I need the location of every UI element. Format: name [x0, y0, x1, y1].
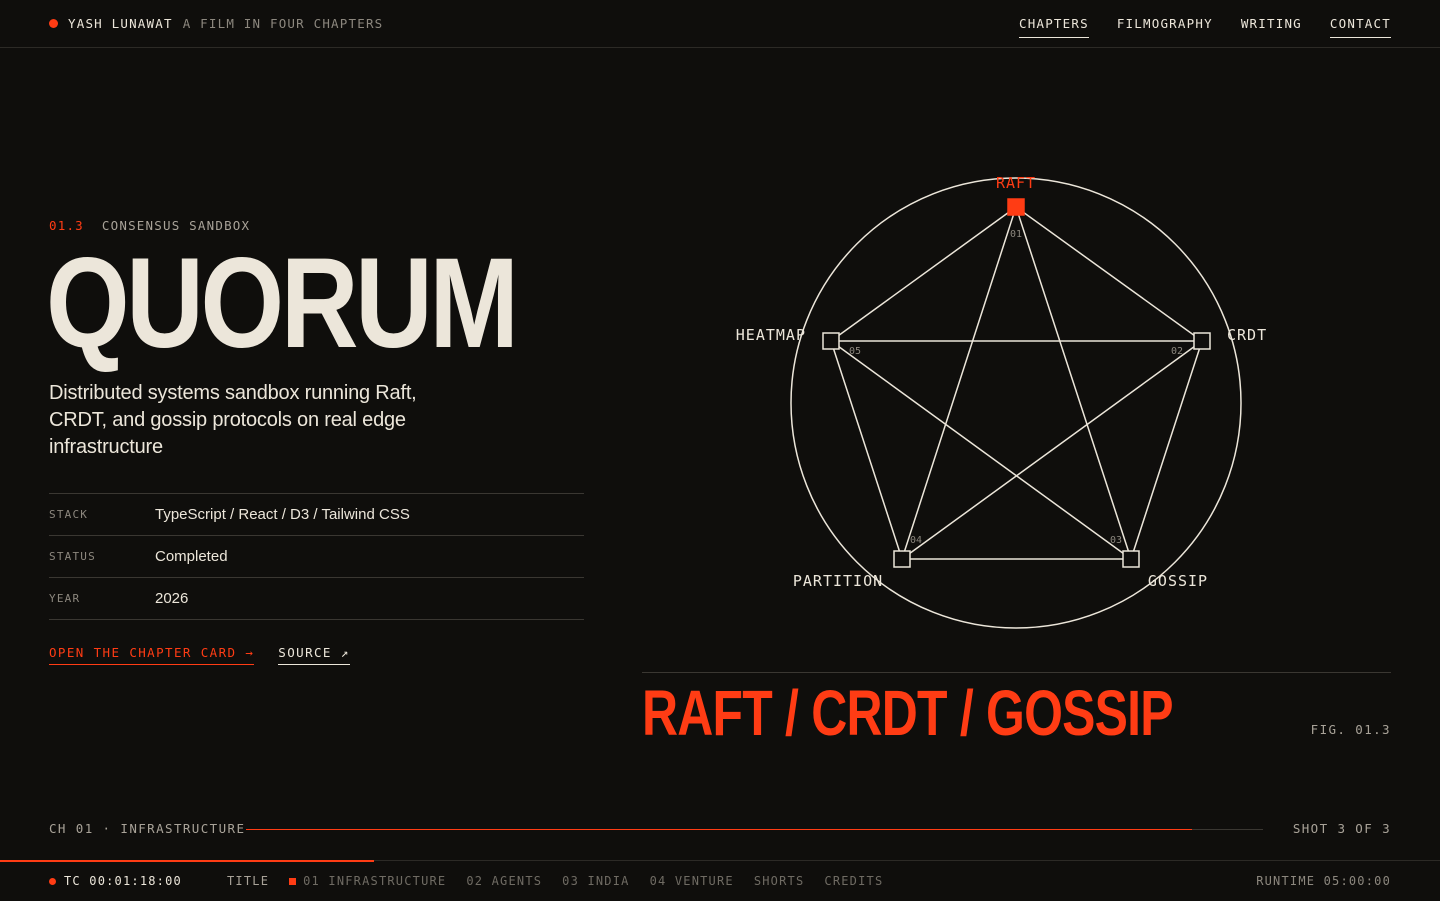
meta-key: STACK: [49, 508, 89, 521]
diagram-edge: [830, 340, 1132, 560]
node-index-crdt: 02: [1171, 346, 1183, 357]
meta-key: YEAR: [49, 592, 81, 605]
diagram-edge: [901, 206, 1017, 560]
record-dot-icon: [49, 877, 56, 885]
project-links: OPEN THE CHAPTER CARD → SOURCE ↗: [49, 645, 350, 665]
chapter-item-agents[interactable]: 02 AGENTS: [466, 874, 542, 888]
protocol-diagram: RAFT 01 CRDT 02 GOSSIP 03 PARTITION 04 HEATMAP 05: [736, 174, 1267, 629]
meta-value: TypeScript / React / D3 / Tailwind CSS: [155, 506, 410, 523]
nav-filmography[interactable]: FILMOGRAPHY: [1117, 16, 1213, 38]
chapter-track[interactable]: [246, 829, 1263, 830]
meta-row-status: STATUS Completed: [49, 536, 584, 578]
timeline-progress-fill[interactable]: [0, 860, 375, 862]
chapter-item-label: 01 INFRASTRUCTURE: [303, 874, 447, 888]
diagram-edge: [1130, 340, 1203, 560]
node-index-heatmap: 05: [849, 346, 861, 357]
chapter-item-venture[interactable]: 04 VENTURE: [650, 874, 734, 888]
meta-value: 2026: [155, 590, 189, 607]
source-link[interactable]: SOURCE ↗: [278, 645, 350, 665]
meta-row-stack: STACK TypeScript / React / D3 / Tailwind…: [49, 494, 584, 536]
node-label-heatmap: HEATMAP: [736, 326, 806, 344]
chapter-item-shorts[interactable]: SHORTS: [754, 874, 805, 888]
brand[interactable]: YASH LUNAWAT A FILM IN FOUR CHAPTERS: [49, 16, 383, 31]
project-eyebrow: 01.3 CONSENSUS SANDBOX: [49, 218, 250, 233]
chapter-item-india[interactable]: 03 INDIA: [562, 874, 629, 888]
timecode: TC 00:01:18:00: [49, 874, 182, 888]
nav-chapters[interactable]: CHAPTERS: [1019, 16, 1089, 38]
node-gossip[interactable]: [1122, 550, 1140, 568]
chapter-progress: CH 01 · INFRASTRUCTURE SHOT 3 OF 3: [49, 821, 1391, 837]
runtime: RUNTIME 05:00:00: [1256, 874, 1391, 888]
node-label-partition: PARTITION: [793, 572, 883, 590]
meta-value: Completed: [155, 548, 228, 565]
node-label-gossip: GOSSIP: [1148, 572, 1208, 590]
chapter-label: CH 01 · INFRASTRUCTURE: [49, 821, 246, 836]
node-index-partition: 04: [910, 535, 922, 546]
meta-key: STATUS: [49, 550, 96, 563]
timeline-bar: TC 00:01:18:00 TITLE 01 INFRASTRUCTURE 0…: [0, 860, 1440, 901]
shot-counter: SHOT 3 OF 3: [1292, 821, 1391, 836]
diagram-edge: [901, 340, 1203, 560]
node-partition[interactable]: [893, 550, 911, 568]
project-number: 01.3: [49, 218, 84, 233]
diagram-nodes: RAFT 01 CRDT 02 GOSSIP 03 PARTITION 04 HEATMAP 05: [736, 174, 1267, 590]
current-chapter-icon: [289, 877, 297, 885]
project-category: CONSENSUS SANDBOX: [101, 218, 251, 233]
open-chapter-card-link[interactable]: OPEN THE CHAPTER CARD →: [49, 645, 255, 665]
project-description: Distributed systems sandbox running Raft…: [49, 382, 417, 458]
diagram-edges: [830, 206, 1203, 560]
chapter-item-infrastructure[interactable]: 01 INFRASTRUCTURE: [289, 874, 446, 888]
brand-name: YASH LUNAWAT: [68, 16, 173, 31]
meta-row-year: YEAR 2026: [49, 578, 584, 620]
node-label-raft: RAFT: [996, 174, 1036, 192]
top-bar: YASH LUNAWAT A FILM IN FOUR CHAPTERS CHA…: [0, 0, 1440, 48]
nav-writing[interactable]: WRITING: [1241, 16, 1302, 38]
figure-caption: RAFT / CRDT / GOSSIP: [642, 677, 1174, 749]
timecode-text: TC 00:01:18:00: [64, 874, 182, 888]
chapter-progress-fill: [246, 829, 1192, 830]
figure-label: FIG. 01.3: [1310, 722, 1391, 737]
record-dot-icon: [49, 19, 58, 28]
node-index-raft: 01: [1010, 229, 1022, 240]
node-crdt[interactable]: [1193, 332, 1211, 350]
node-label-crdt: CRDT: [1227, 326, 1267, 344]
project-meta-table: STACK TypeScript / React / D3 / Tailwind…: [49, 493, 584, 620]
figure-divider: [642, 672, 1391, 673]
brand-tagline: A FILM IN FOUR CHAPTERS: [182, 16, 384, 31]
project-title: QUORUM: [46, 232, 519, 375]
diagram-circle: [790, 177, 1242, 629]
diagram-edge: [1015, 206, 1132, 560]
main-nav: CHAPTERS FILMOGRAPHY WRITING CONTACT: [1019, 16, 1391, 38]
diagram-edge: [830, 206, 1017, 342]
diagram-edge: [1015, 206, 1203, 342]
diagram-edge: [830, 340, 903, 560]
chapter-item-credits[interactable]: CREDITS: [824, 874, 883, 888]
chapter-nav: TITLE 01 INFRASTRUCTURE 02 AGENTS 03 IND…: [227, 874, 883, 888]
node-raft[interactable]: [1007, 198, 1025, 216]
node-index-gossip: 03: [1110, 535, 1122, 546]
nav-contact[interactable]: CONTACT: [1329, 16, 1391, 38]
chapter-item-title[interactable]: TITLE: [227, 874, 269, 888]
node-heatmap[interactable]: [822, 332, 840, 350]
